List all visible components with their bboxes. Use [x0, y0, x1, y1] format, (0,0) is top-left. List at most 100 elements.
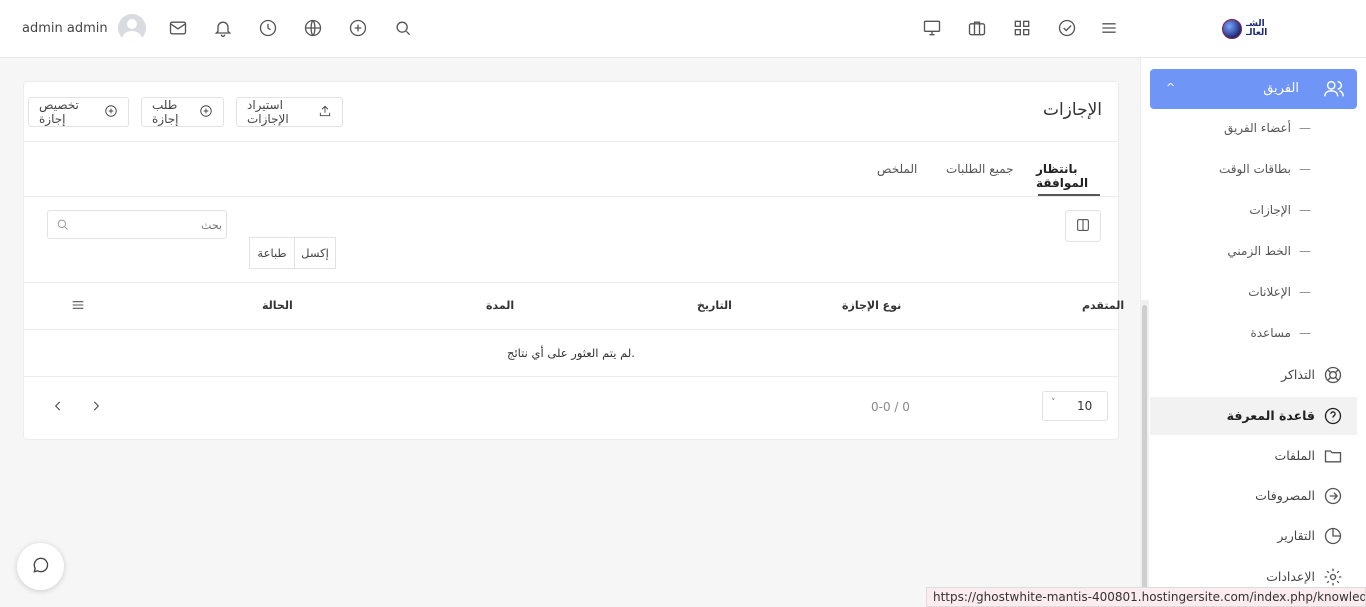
- request-leave-button[interactable]: طلب إجازة: [141, 97, 224, 127]
- sidebar-item-label: الإعدادات: [1266, 569, 1315, 584]
- assign-leave-label: تخصيص إجازة: [39, 98, 79, 126]
- dash-icon: —: [1299, 326, 1311, 340]
- next-page-button[interactable]: [89, 399, 103, 413]
- dash-icon: —: [1299, 244, 1311, 258]
- sidebar-item-tickets[interactable]: التذاكر: [1150, 356, 1357, 394]
- clock-icon[interactable]: [257, 17, 279, 39]
- monitor-icon[interactable]: [921, 17, 943, 39]
- sidebar-item-label: المصروفات: [1255, 488, 1315, 503]
- sidebar-subitem-team-members[interactable]: أعضاء الفريق —: [1224, 121, 1311, 135]
- table-menu-icon[interactable]: [70, 297, 86, 316]
- sidebar-subitem-label: الإجازات: [1249, 203, 1291, 217]
- empty-message: لم يتم العثور على أي نتائج.: [507, 346, 635, 360]
- logo-globe-icon: [1222, 19, 1242, 39]
- check-circle-icon[interactable]: [1056, 17, 1078, 39]
- plus-circle-icon[interactable]: [347, 17, 369, 39]
- grid-icon[interactable]: [1011, 17, 1033, 39]
- sidebar-item-label: التقارير: [1277, 528, 1315, 543]
- plus-circle-icon: [199, 104, 213, 121]
- search-icon[interactable]: [392, 17, 414, 39]
- sidebar-item-files[interactable]: الملفات: [1150, 437, 1357, 475]
- divider: [24, 329, 1118, 330]
- chevron-down-icon: ˅: [1051, 398, 1056, 408]
- previous-page-button[interactable]: [51, 399, 65, 413]
- assign-leave-button[interactable]: تخصيص إجازة: [28, 97, 129, 127]
- sidebar-item-label: التذاكر: [1281, 367, 1315, 382]
- divider: [24, 141, 1118, 142]
- lifebuoy-icon: [1323, 365, 1343, 388]
- dash-icon: —: [1299, 162, 1311, 176]
- logo-text-line2: العالـ: [1246, 28, 1268, 38]
- avatar[interactable]: [117, 14, 146, 42]
- tab-pending-approval[interactable]: بانتظار الموافقة: [1036, 162, 1118, 190]
- logo-text: الشـ العالـ: [1246, 20, 1267, 38]
- sidebar-subitem-label: أعضاء الفريق: [1223, 121, 1291, 135]
- top-bar: admin admin الشـ العالـ: [0, 0, 1366, 58]
- sidebar-item-knowledge-base[interactable]: قاعدة المعرفة: [1150, 397, 1357, 435]
- column-header-date[interactable]: التاريخ: [697, 299, 732, 312]
- excel-export-button[interactable]: إكسل: [294, 237, 336, 269]
- sidebar-item-reports[interactable]: التقارير: [1150, 517, 1357, 555]
- sidebar-item-team[interactable]: ^ الفريق: [1150, 69, 1357, 109]
- chat-bubble-icon: [31, 555, 51, 578]
- column-visibility-button[interactable]: [1065, 210, 1101, 242]
- help-circle-icon: [1323, 406, 1343, 429]
- search-input[interactable]: [74, 215, 222, 235]
- divider: [24, 282, 1118, 283]
- search-icon: [55, 217, 70, 235]
- print-button[interactable]: طباعة: [249, 237, 295, 269]
- chat-button[interactable]: [17, 543, 64, 590]
- leaves-card: الإجازات استيراد الإجازات طلب إجازة تخصي…: [23, 81, 1124, 440]
- column-header-status[interactable]: الحالة: [262, 299, 293, 312]
- sidebar-subitem-label: مساعدة: [1250, 326, 1291, 340]
- pagination-summary: 0-0 / 0: [871, 400, 910, 414]
- menu-icon[interactable]: [1098, 17, 1120, 39]
- tab-summary[interactable]: الملخص: [877, 162, 917, 176]
- sidebar-item-label: قاعدة المعرفة: [1226, 408, 1315, 423]
- page-size-value: 10: [1077, 399, 1093, 413]
- sidebar-subitem-announcements[interactable]: الإعلانات —: [1248, 285, 1311, 299]
- column-header-leave-type[interactable]: نوع الإجازة: [842, 299, 901, 312]
- globe-icon[interactable]: [302, 17, 324, 39]
- sidebar-subitem-label: الإعلانات: [1248, 285, 1291, 299]
- user-menu[interactable]: admin admin: [22, 14, 146, 42]
- dash-icon: —: [1299, 121, 1311, 135]
- import-leaves-button[interactable]: استيراد الإجازات: [236, 97, 343, 127]
- sidebar-subitem-timeline[interactable]: الخط الزمني —: [1227, 244, 1311, 258]
- folder-icon: [1323, 446, 1343, 469]
- chevron-left-icon: [51, 401, 65, 416]
- column-header-duration[interactable]: المدة: [486, 299, 514, 312]
- divider: [24, 376, 1118, 377]
- import-leaves-label: استيراد الإجازات: [247, 98, 289, 126]
- upload-icon: [318, 104, 332, 121]
- column-header-applicant[interactable]: المتقدم: [1082, 299, 1124, 312]
- page-title: الإجازات: [1042, 100, 1102, 120]
- tab-all-requests[interactable]: جميع الطلبات: [946, 162, 1014, 176]
- sidebar-item-label: الفريق: [1263, 81, 1299, 96]
- request-leave-label: طلب إجازة: [152, 98, 179, 126]
- sidebar-scroll-thumb[interactable]: [1142, 305, 1147, 595]
- user-name[interactable]: admin admin: [22, 21, 108, 36]
- mail-icon[interactable]: [167, 17, 189, 39]
- page-size-select[interactable]: ˅ 10: [1042, 391, 1108, 421]
- briefcase-icon[interactable]: [966, 17, 988, 39]
- sidebar-subitem-timecards[interactable]: بطاقات الوقت —: [1219, 162, 1311, 176]
- pie-chart-icon: [1323, 526, 1343, 549]
- sidebar-item-expenses[interactable]: المصروفات: [1150, 477, 1357, 515]
- arrow-circle-icon: [1323, 486, 1343, 509]
- dash-icon: —: [1299, 285, 1311, 299]
- divider: [24, 196, 1118, 197]
- sidebar-subitem-label: بطاقات الوقت: [1218, 162, 1291, 176]
- logo[interactable]: الشـ العالـ: [1222, 16, 1292, 42]
- sidebar-item-label: الملفات: [1274, 448, 1315, 463]
- search-box[interactable]: [47, 210, 227, 239]
- sidebar-subitem-leaves[interactable]: الإجازات —: [1249, 203, 1311, 217]
- sidebar-subitem-label: الخط الزمني: [1227, 244, 1291, 258]
- bell-icon[interactable]: [212, 17, 234, 39]
- chevron-right-icon: [89, 401, 103, 416]
- plus-circle-icon: [104, 104, 118, 121]
- status-bar-url: https://ghostwhite-mantis-400801.hosting…: [926, 587, 1366, 607]
- columns-icon: [1075, 217, 1091, 236]
- sidebar-subitem-help[interactable]: مساعدة —: [1250, 326, 1311, 340]
- chevron-up-icon: ^: [1166, 81, 1176, 94]
